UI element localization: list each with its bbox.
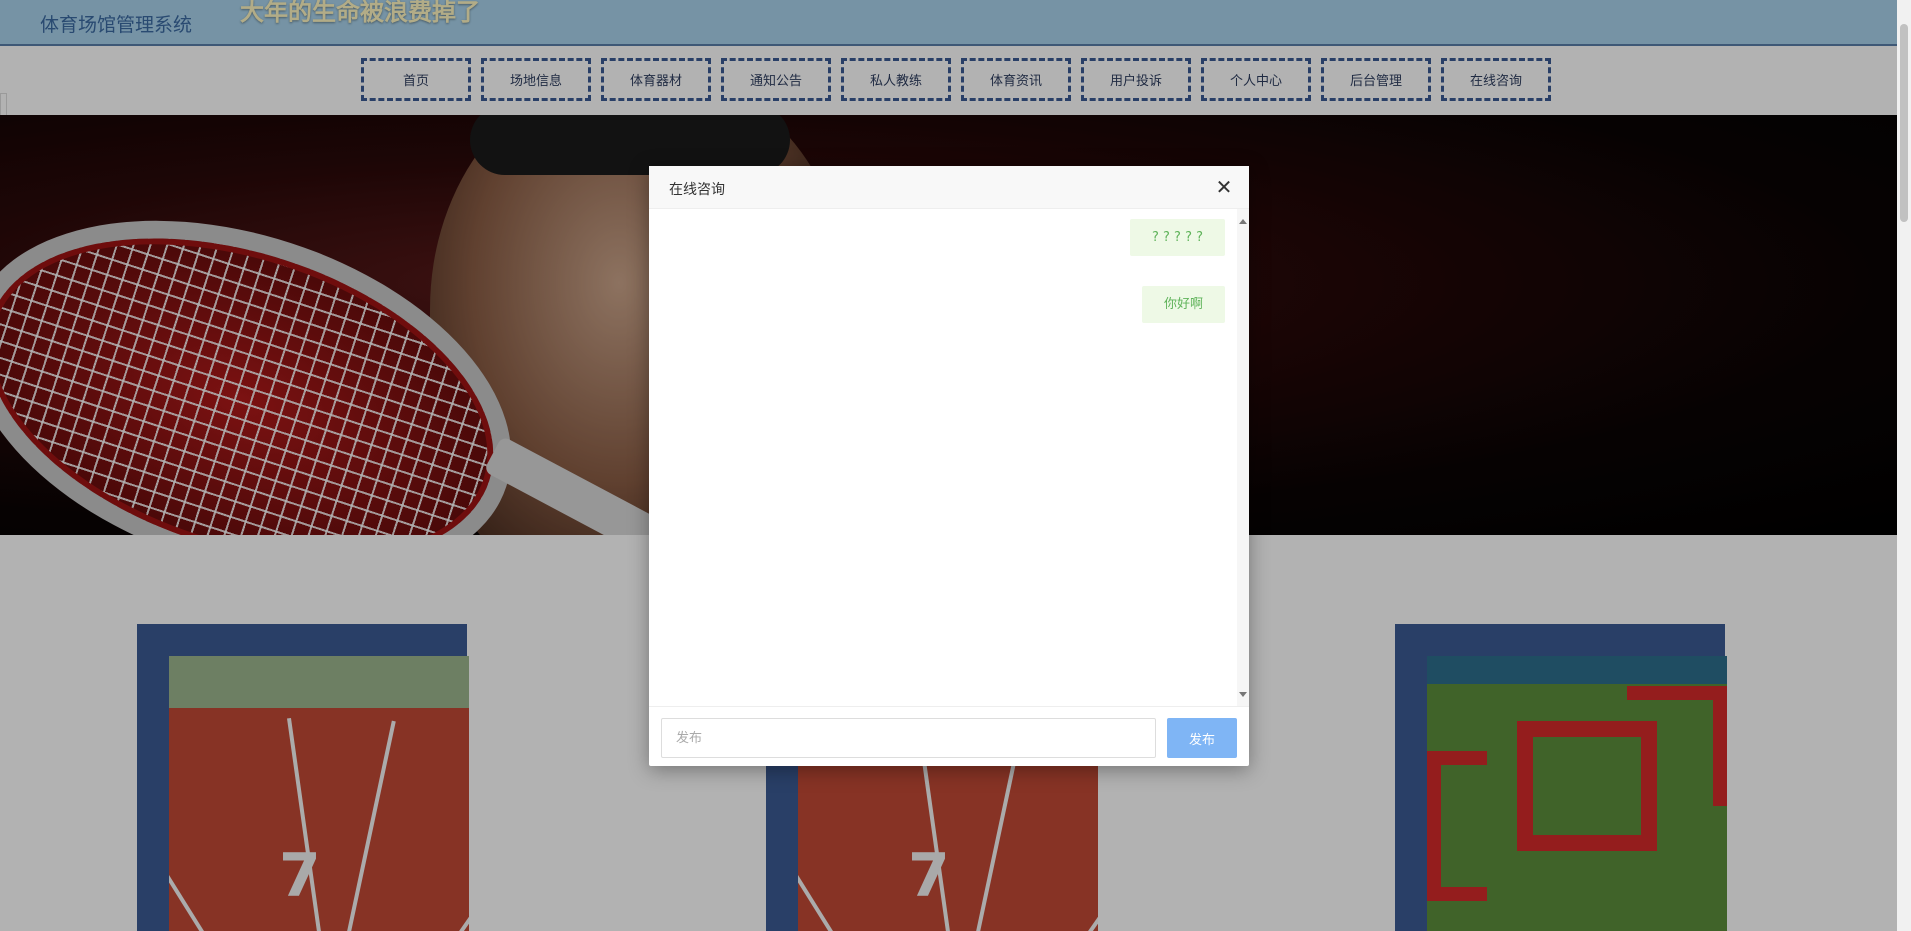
page-scrollbar[interactable]: [1897, 0, 1911, 931]
chat-message-area: ? ? ? ? ? 你好啊: [649, 209, 1249, 707]
page-scrollbar-thumb[interactable]: [1900, 24, 1908, 222]
modal-title: 在线咨询: [669, 182, 725, 198]
modal-footer: 发布: [649, 708, 1249, 766]
consult-modal: 在线咨询 ✕ ? ? ? ? ? 你好啊 发布: [649, 166, 1249, 766]
chat-scrollbar[interactable]: [1237, 209, 1249, 706]
scroll-up-icon[interactable]: [1239, 219, 1247, 224]
send-button[interactable]: 发布: [1167, 718, 1237, 758]
scroll-down-icon[interactable]: [1239, 692, 1247, 697]
chat-input[interactable]: [661, 718, 1156, 758]
close-icon[interactable]: ✕: [1213, 176, 1235, 198]
chat-message: 你好啊: [1141, 286, 1225, 323]
modal-header: 在线咨询 ✕: [649, 166, 1249, 209]
chat-message: ? ? ? ? ?: [1129, 219, 1225, 256]
